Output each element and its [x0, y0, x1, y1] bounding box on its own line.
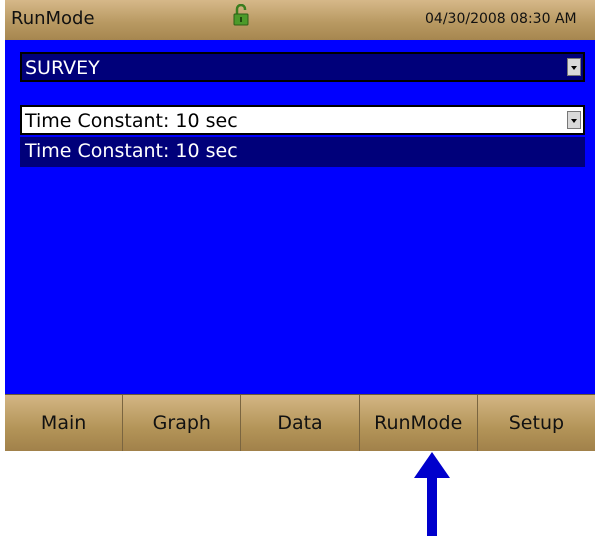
chevron-down-icon[interactable] — [567, 58, 581, 76]
runmode-panel: SURVEY Time Constant: 10 sec Time Consta… — [5, 40, 595, 394]
datetime-display: 04/30/2008 08:30 AM — [425, 11, 577, 27]
mode-select-value: SURVEY — [25, 57, 100, 79]
title-bar: RunMode 04/30/2008 08:30 AM — [5, 0, 595, 40]
dropdown-option[interactable]: Time Constant: 10 sec — [25, 140, 238, 162]
chevron-down-icon[interactable] — [567, 111, 581, 129]
window-title: RunMode — [11, 8, 95, 29]
device-screen: RunMode 04/30/2008 08:30 AM SURVEY Time … — [5, 0, 596, 451]
unlocked-padlock-icon[interactable] — [233, 3, 249, 26]
time-constant-select[interactable]: Time Constant: 10 sec — [20, 105, 585, 135]
time-constant-dropdown: Time Constant: 10 sec — [20, 137, 585, 167]
tab-runmode[interactable]: RunMode — [359, 395, 478, 451]
tab-graph[interactable]: Graph — [123, 395, 242, 451]
bottom-tab-bar: Main Graph Data RunMode Setup — [5, 394, 596, 451]
mode-select[interactable]: SURVEY — [20, 52, 585, 82]
tab-main[interactable]: Main — [5, 395, 124, 451]
up-arrow-icon — [414, 452, 450, 536]
tab-data[interactable]: Data — [241, 395, 360, 451]
time-constant-value: Time Constant: 10 sec — [25, 110, 238, 132]
tab-setup[interactable]: Setup — [477, 395, 596, 451]
